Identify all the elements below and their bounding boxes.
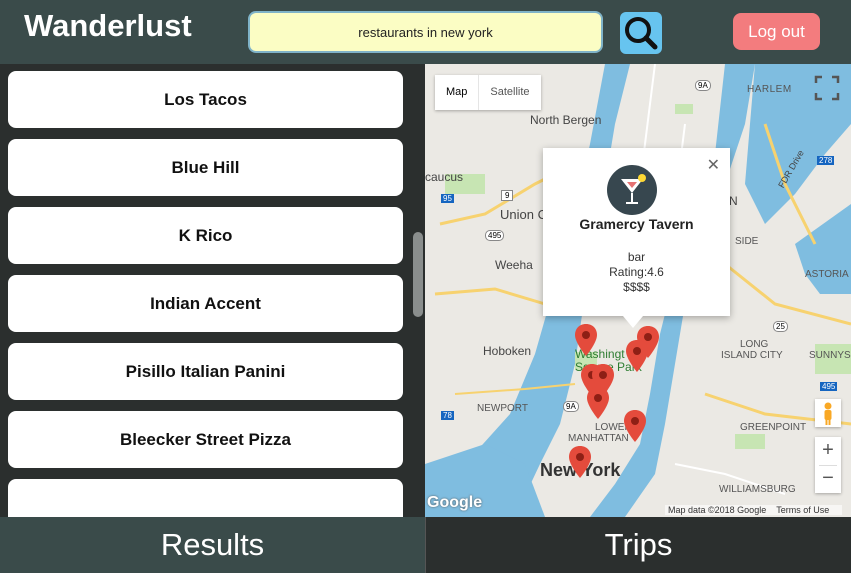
route-shield: 9A (563, 401, 579, 412)
route-shield: 278 (817, 156, 835, 165)
map-label: Union C (500, 207, 547, 222)
map-label: ASTORIA (805, 269, 849, 280)
tab-results[interactable]: Results (0, 517, 425, 573)
map-label: Weeha (495, 258, 533, 272)
map-type-toggle: Map Satellite (435, 75, 541, 110)
map-type-satellite-button[interactable]: Satellite (479, 75, 540, 110)
place-price: $$$$ (623, 280, 650, 294)
map-view[interactable]: HARLEM North Bergen caucus Union C Weeha… (425, 64, 851, 517)
route-shield: 25 (773, 321, 788, 332)
route-shield: 495 (820, 382, 838, 391)
route-shield: 95 (441, 194, 454, 203)
place-info-window: ✕ Gramercy Tavern bar Rating:4.6 $$$$ (543, 148, 730, 328)
map-label: LONG (740, 339, 769, 350)
result-item[interactable]: K Rico (8, 207, 403, 264)
map-pin[interactable] (569, 446, 591, 478)
logout-button[interactable]: Log out (733, 13, 820, 50)
map-data-text: Map data ©2018 Google (668, 505, 767, 515)
result-item[interactable]: Los Tacos (8, 71, 403, 128)
result-item[interactable]: Indian Accent (8, 275, 403, 332)
map-label: Hoboken (483, 344, 532, 358)
cocktail-icon (607, 165, 657, 215)
results-panel: Los Tacos Blue Hill K Rico Indian Accent… (0, 64, 425, 517)
tab-trips[interactable]: Trips (425, 517, 851, 573)
map-label: WILLIAMSBURG (719, 484, 796, 495)
zoom-out-button[interactable]: − (815, 465, 841, 493)
app-logo: Wanderlust (24, 8, 192, 43)
map-type-map-button[interactable]: Map (435, 75, 480, 110)
map-label: NEWPORT (477, 403, 528, 414)
map-label: SIDE (735, 236, 759, 247)
route-shield: 495 (485, 230, 505, 241)
zoom-in-button[interactable]: + (815, 437, 841, 465)
map-label: HARLEM (747, 84, 792, 95)
place-name: Gramercy Tavern (579, 216, 694, 232)
search-input[interactable] (248, 11, 603, 53)
results-scrollbar-thumb[interactable] (413, 232, 423, 317)
route-shield: 9 (501, 190, 514, 201)
place-type: bar (627, 250, 646, 264)
result-item[interactable]: Blue Hill (8, 139, 403, 196)
pegman-icon (824, 402, 832, 425)
map-label: MANHATTAN (568, 433, 629, 444)
route-shield: 78 (441, 411, 454, 420)
route-shield: 9A (695, 80, 711, 91)
map-label: North Bergen (530, 113, 602, 127)
map-label: SUNNYSI (809, 350, 851, 361)
fullscreen-icon[interactable] (813, 74, 841, 102)
map-label: N (729, 194, 738, 208)
map-label: caucus (425, 170, 464, 184)
map-pin[interactable] (626, 340, 648, 372)
app-header: Wanderlust Log out (0, 0, 851, 64)
search-button[interactable] (620, 12, 662, 54)
street-view-pegman[interactable] (815, 399, 841, 427)
map-attribution: Map data ©2018 Google Terms of Use (665, 505, 843, 515)
result-item[interactable]: Pisillo Italian Panini (8, 343, 403, 400)
close-icon[interactable]: ✕ (707, 155, 720, 175)
place-rating: Rating:4.6 (609, 265, 664, 279)
search-icon (625, 17, 658, 50)
map-pin[interactable] (575, 324, 597, 356)
map-label: ISLAND CITY (721, 350, 783, 361)
google-logo: Google (427, 494, 483, 511)
map-pin[interactable] (624, 410, 646, 442)
zoom-controls: + − (815, 437, 841, 493)
result-item[interactable]: Bleecker Street Pizza (8, 411, 403, 468)
map-pin[interactable] (587, 387, 609, 419)
terms-of-use-link[interactable]: Terms of Use (776, 505, 829, 515)
result-item[interactable] (8, 479, 403, 517)
map-label: GREENPOINT (740, 422, 807, 433)
